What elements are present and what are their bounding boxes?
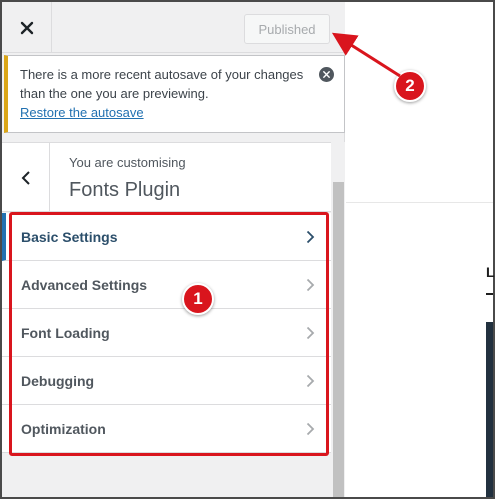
preview-dark-block [486, 322, 493, 497]
customising-label: You are customising [69, 155, 186, 170]
preview-underline [486, 293, 493, 295]
preview-heading-fragment: L [486, 264, 495, 280]
menu-item-label: Debugging [21, 372, 95, 389]
menu-item-label: Basic Settings [21, 228, 118, 245]
chevron-right-icon [306, 230, 315, 244]
close-button[interactable] [2, 2, 52, 53]
annotation-badge-2: 2 [394, 70, 426, 102]
preview-divider [346, 202, 493, 203]
scrollbar-thumb[interactable] [333, 182, 344, 497]
menu-item-debugging[interactable]: Debugging [2, 357, 331, 405]
menu-item-optimization[interactable]: Optimization [2, 405, 331, 453]
close-icon [20, 21, 33, 34]
section-title: Fonts Plugin [69, 179, 181, 201]
restore-autosave-link[interactable]: Restore the autosave [20, 105, 144, 120]
customizer-header: Published [2, 2, 345, 53]
chevron-right-icon [306, 326, 315, 340]
customizer-panel: Published There is a more recent autosav… [2, 2, 345, 497]
back-button[interactable] [2, 143, 50, 212]
menu-item-font-loading[interactable]: Font Loading [2, 309, 331, 357]
chevron-right-icon [306, 278, 315, 292]
section-header: You are customising Fonts Plugin [2, 142, 345, 212]
chevron-left-icon [21, 170, 30, 185]
notice-message: There is a more recent autosave of your … [20, 67, 304, 101]
published-button[interactable]: Published [244, 14, 330, 44]
menu-item-label: Optimization [21, 420, 106, 437]
autosave-notice: There is a more recent autosave of your … [4, 55, 345, 133]
notice-dismiss-button[interactable] [319, 67, 334, 82]
menu-item-basic-settings[interactable]: Basic Settings [2, 213, 331, 261]
annotation-badge-1: 1 [182, 283, 214, 315]
chevron-right-icon [306, 374, 315, 388]
menu-item-label: Font Loading [21, 324, 110, 341]
panel-scrollbar[interactable] [331, 142, 345, 497]
menu-item-advanced-settings[interactable]: Advanced Settings [2, 261, 331, 309]
settings-menu: Basic Settings Advanced Settings Font Lo… [2, 213, 331, 453]
menu-item-label: Advanced Settings [21, 276, 148, 293]
dismiss-circle-icon [323, 71, 330, 78]
chevron-right-icon [306, 422, 315, 436]
